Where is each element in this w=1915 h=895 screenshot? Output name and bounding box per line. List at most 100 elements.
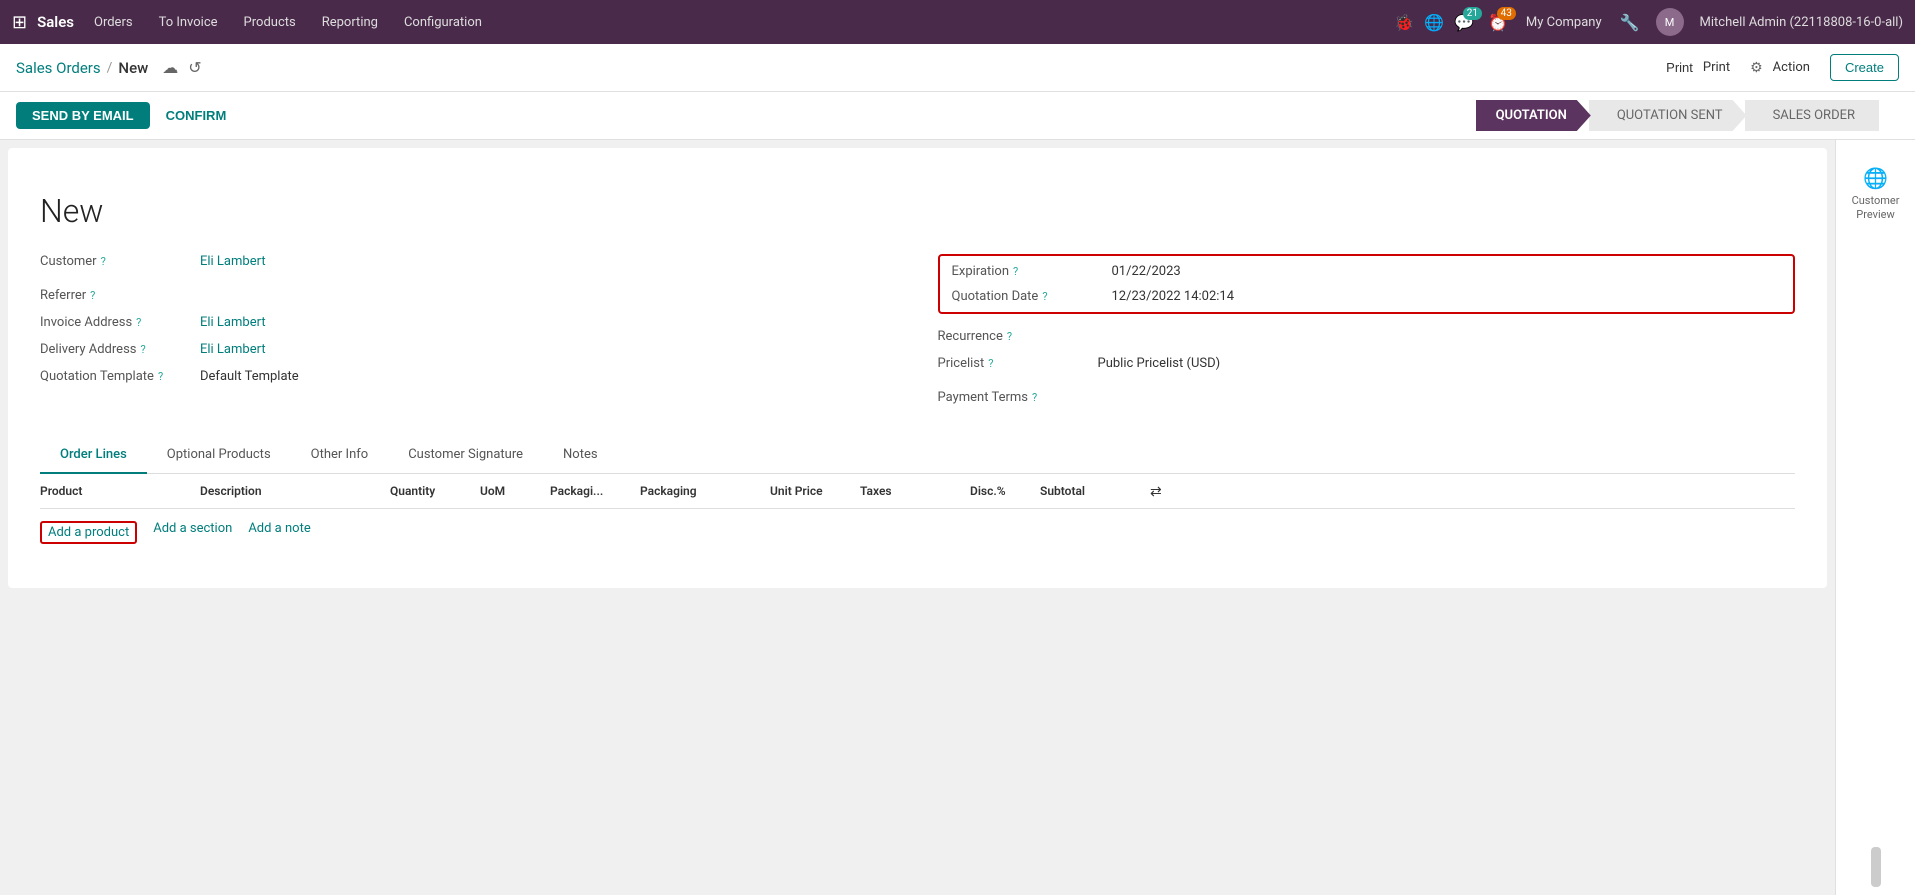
- form-right: Expiration ? 01/22/2023 Quotation Date ?: [938, 254, 1796, 417]
- customer-help[interactable]: ?: [101, 255, 106, 268]
- top-navigation: ⊞ Sales Orders To Invoice Products Repor…: [0, 0, 1915, 44]
- tab-customer-signature[interactable]: Customer Signature: [388, 437, 543, 474]
- breadcrumb-separator: /: [107, 60, 113, 76]
- content-area: New Customer ? Eli Lambert: [0, 140, 1835, 895]
- customer-value[interactable]: Eli Lambert: [200, 254, 898, 269]
- form-container: New Customer ? Eli Lambert: [8, 168, 1827, 588]
- tab-bar: Order Lines Optional Products Other Info…: [40, 437, 1795, 474]
- pricelist-label: Pricelist ?: [938, 356, 1098, 371]
- chat-badge: 21: [1463, 7, 1482, 20]
- delivery-address-help[interactable]: ?: [141, 343, 146, 356]
- reset-icon[interactable]: ↺: [188, 58, 201, 77]
- recurrence-value[interactable]: [1098, 322, 1796, 340]
- col-product: Product: [40, 484, 200, 500]
- field-quotation-template: Quotation Template ? Default Template: [40, 369, 898, 384]
- nav-to-invoice[interactable]: To Invoice: [149, 11, 228, 34]
- breadcrumb-bar: Sales Orders / New ☁ ↺ Print Print ⚙ Act…: [0, 44, 1915, 92]
- globe-icon[interactable]: 🌐: [1424, 13, 1444, 32]
- col-settings-icon[interactable]: ⇄: [1150, 484, 1180, 500]
- invoice-address-value[interactable]: Eli Lambert: [200, 315, 898, 330]
- company-name: My Company: [1526, 15, 1602, 30]
- quotation-date-label: Quotation Date ?: [952, 289, 1112, 304]
- quotation-template-label: Quotation Template ?: [40, 369, 200, 384]
- nav-products[interactable]: Products: [234, 11, 306, 34]
- nav-orders[interactable]: Orders: [84, 11, 143, 34]
- quotation-template-help[interactable]: ?: [158, 370, 163, 383]
- confirm-button[interactable]: CONFIRM: [150, 102, 243, 129]
- tab-order-lines[interactable]: Order Lines: [40, 437, 147, 474]
- nav-configuration[interactable]: Configuration: [394, 11, 492, 34]
- status-quotation-sent[interactable]: QUOTATION SENT: [1589, 100, 1747, 131]
- recurrence-label: Recurrence ?: [938, 329, 1098, 344]
- table-header: Product Description Quantity UoM Packagi…: [40, 474, 1795, 509]
- tab-other-info[interactable]: Other Info: [291, 437, 389, 474]
- field-customer: Customer ? Eli Lambert: [40, 254, 898, 269]
- breadcrumb-parent[interactable]: Sales Orders: [16, 59, 101, 77]
- quotation-date-help[interactable]: ?: [1042, 290, 1047, 303]
- table-action-row: Add a product Add a section Add a note: [40, 509, 1795, 556]
- col-packaging: Packaging: [640, 484, 770, 500]
- action-bar: SEND BY EMAIL CONFIRM QUOTATION QUOTATIO…: [0, 92, 1915, 140]
- highlighted-date-box: Expiration ? 01/22/2023 Quotation Date ?: [938, 254, 1796, 314]
- payment-terms-value[interactable]: [1098, 383, 1796, 401]
- col-taxes: Taxes: [860, 484, 970, 500]
- scrollbar[interactable]: [1871, 847, 1881, 887]
- payment-terms-help[interactable]: ?: [1032, 391, 1037, 404]
- tab-notes[interactable]: Notes: [543, 437, 618, 474]
- quotation-template-value[interactable]: Default Template: [200, 369, 898, 384]
- nav-reporting[interactable]: Reporting: [312, 11, 388, 34]
- col-subtotal: Subtotal: [1040, 484, 1150, 500]
- expiration-help[interactable]: ?: [1013, 265, 1018, 278]
- field-quotation-date: Quotation Date ? 12/23/2022 14:02:14: [952, 289, 1782, 304]
- action-label[interactable]: Action: [1773, 60, 1810, 75]
- globe-preview-icon: 🌐: [1863, 166, 1888, 190]
- status-sales-order[interactable]: SALES ORDER: [1745, 100, 1879, 131]
- print-button[interactable]: Print: [1666, 60, 1693, 75]
- col-disc: Disc.%: [970, 484, 1040, 500]
- delivery-address-label: Delivery Address ?: [40, 342, 200, 357]
- expiration-value[interactable]: 01/22/2023: [1112, 264, 1782, 279]
- referrer-label: Referrer ?: [40, 288, 200, 303]
- sidebar: 🌐 CustomerPreview: [1835, 140, 1915, 895]
- send-by-email-button[interactable]: SEND BY EMAIL: [16, 102, 150, 129]
- col-uom: UoM: [480, 484, 550, 500]
- bug-icon[interactable]: 🐞: [1394, 13, 1414, 32]
- expiration-label: Expiration ?: [952, 264, 1112, 279]
- clock-badge: 43: [1497, 7, 1516, 20]
- invoice-address-label: Invoice Address ?: [40, 315, 200, 330]
- field-expiration: Expiration ? 01/22/2023: [952, 264, 1782, 279]
- breadcrumb-current: New: [118, 59, 148, 77]
- form-left: Customer ? Eli Lambert Referrer ?: [40, 254, 898, 417]
- form-title: New: [40, 192, 1795, 230]
- invoice-address-help[interactable]: ?: [136, 316, 141, 329]
- col-quantity: Quantity: [390, 484, 480, 500]
- delivery-address-value[interactable]: Eli Lambert: [200, 342, 898, 357]
- save-cloud-icon[interactable]: ☁: [162, 58, 178, 77]
- top-nav-icons: 🐞 🌐 💬 21 ⏰ 43 My Company 🔧 M Mitchell Ad…: [1394, 8, 1903, 36]
- recurrence-help[interactable]: ?: [1007, 330, 1012, 343]
- user-avatar[interactable]: M: [1656, 8, 1684, 36]
- customer-preview-label: CustomerPreview: [1852, 194, 1900, 223]
- chat-icon-wrapper[interactable]: 💬 21: [1454, 13, 1474, 32]
- top-strip: [8, 148, 1827, 168]
- referrer-value[interactable]: [200, 281, 898, 299]
- col-unit-price: Unit Price: [770, 484, 860, 500]
- wrench-icon[interactable]: 🔧: [1620, 13, 1640, 32]
- print-label[interactable]: Print: [1703, 60, 1730, 75]
- create-button[interactable]: Create: [1830, 54, 1899, 81]
- clock-icon-wrapper[interactable]: ⏰ 43: [1488, 13, 1508, 32]
- pricelist-value[interactable]: Public Pricelist (USD): [1098, 356, 1796, 371]
- apps-icon[interactable]: ⊞: [12, 12, 27, 33]
- add-section-link[interactable]: Add a section: [153, 521, 232, 544]
- add-product-link[interactable]: Add a product: [40, 521, 137, 544]
- quotation-date-value[interactable]: 12/23/2022 14:02:14: [1112, 289, 1782, 304]
- status-quotation[interactable]: QUOTATION: [1476, 100, 1591, 131]
- brand-label: Sales: [37, 13, 74, 31]
- add-note-link[interactable]: Add a note: [248, 521, 310, 544]
- field-recurrence: Recurrence ?: [938, 322, 1796, 344]
- pricelist-help[interactable]: ?: [988, 357, 993, 370]
- col-description: Description: [200, 484, 390, 500]
- customer-preview-button[interactable]: 🌐 CustomerPreview: [1844, 156, 1908, 233]
- tab-optional-products[interactable]: Optional Products: [147, 437, 291, 474]
- referrer-help[interactable]: ?: [90, 289, 95, 302]
